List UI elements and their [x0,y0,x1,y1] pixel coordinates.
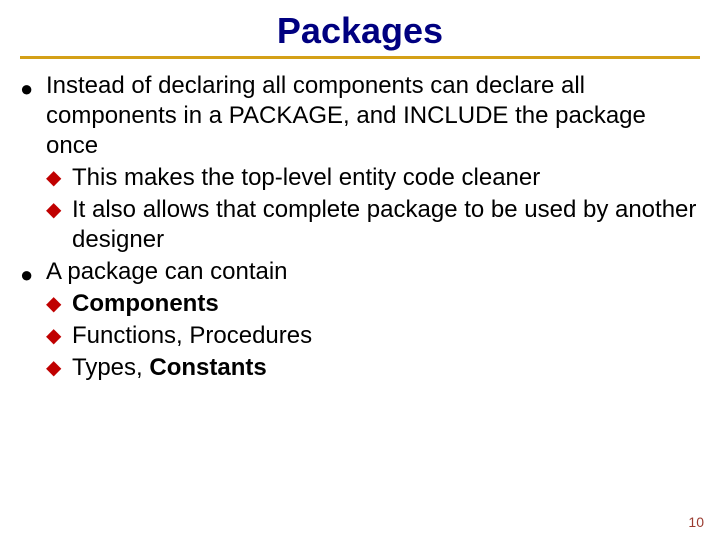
diamond-bullet-icon: ◆ [46,198,61,223]
diamond-bullet-icon: ◆ [46,356,61,381]
bullet-level2: ◆ Functions, Procedures [46,321,700,351]
diamond-bullet-icon: ◆ [46,166,61,191]
bullet-text: Components [72,290,219,317]
bullet-level1: ● Instead of declaring all components ca… [20,71,700,161]
bullet-text: Instead of declaring all components can … [46,72,646,159]
bullet-level2: ◆ Types, Constants [46,353,700,383]
body-text: ● Instead of declaring all components ca… [20,71,700,383]
bullet-text: Types, [72,354,149,381]
diamond-bullet-icon: ◆ [46,292,61,317]
bullet-text: This makes the top-level entity code cle… [72,164,540,191]
bullet-level2: ◆ It also allows that complete package t… [46,195,700,255]
title-divider [20,56,700,59]
page-title: Packages [20,10,700,52]
bullet-text: A package can contain [46,258,288,285]
disc-bullet-icon: ● [20,75,33,103]
disc-bullet-icon: ● [20,261,33,289]
bullet-text: Functions, Procedures [72,322,312,349]
bullet-text: It also allows that complete package to … [72,196,696,253]
bullet-level2: ◆ This makes the top-level entity code c… [46,163,700,193]
bullet-level2: ◆ Components [46,289,700,319]
bullet-level1: ● A package can contain [20,257,700,287]
page-number: 10 [688,514,704,530]
slide: Packages ● Instead of declaring all comp… [0,0,720,540]
bullet-text-bold: Constants [149,354,266,381]
diamond-bullet-icon: ◆ [46,324,61,349]
